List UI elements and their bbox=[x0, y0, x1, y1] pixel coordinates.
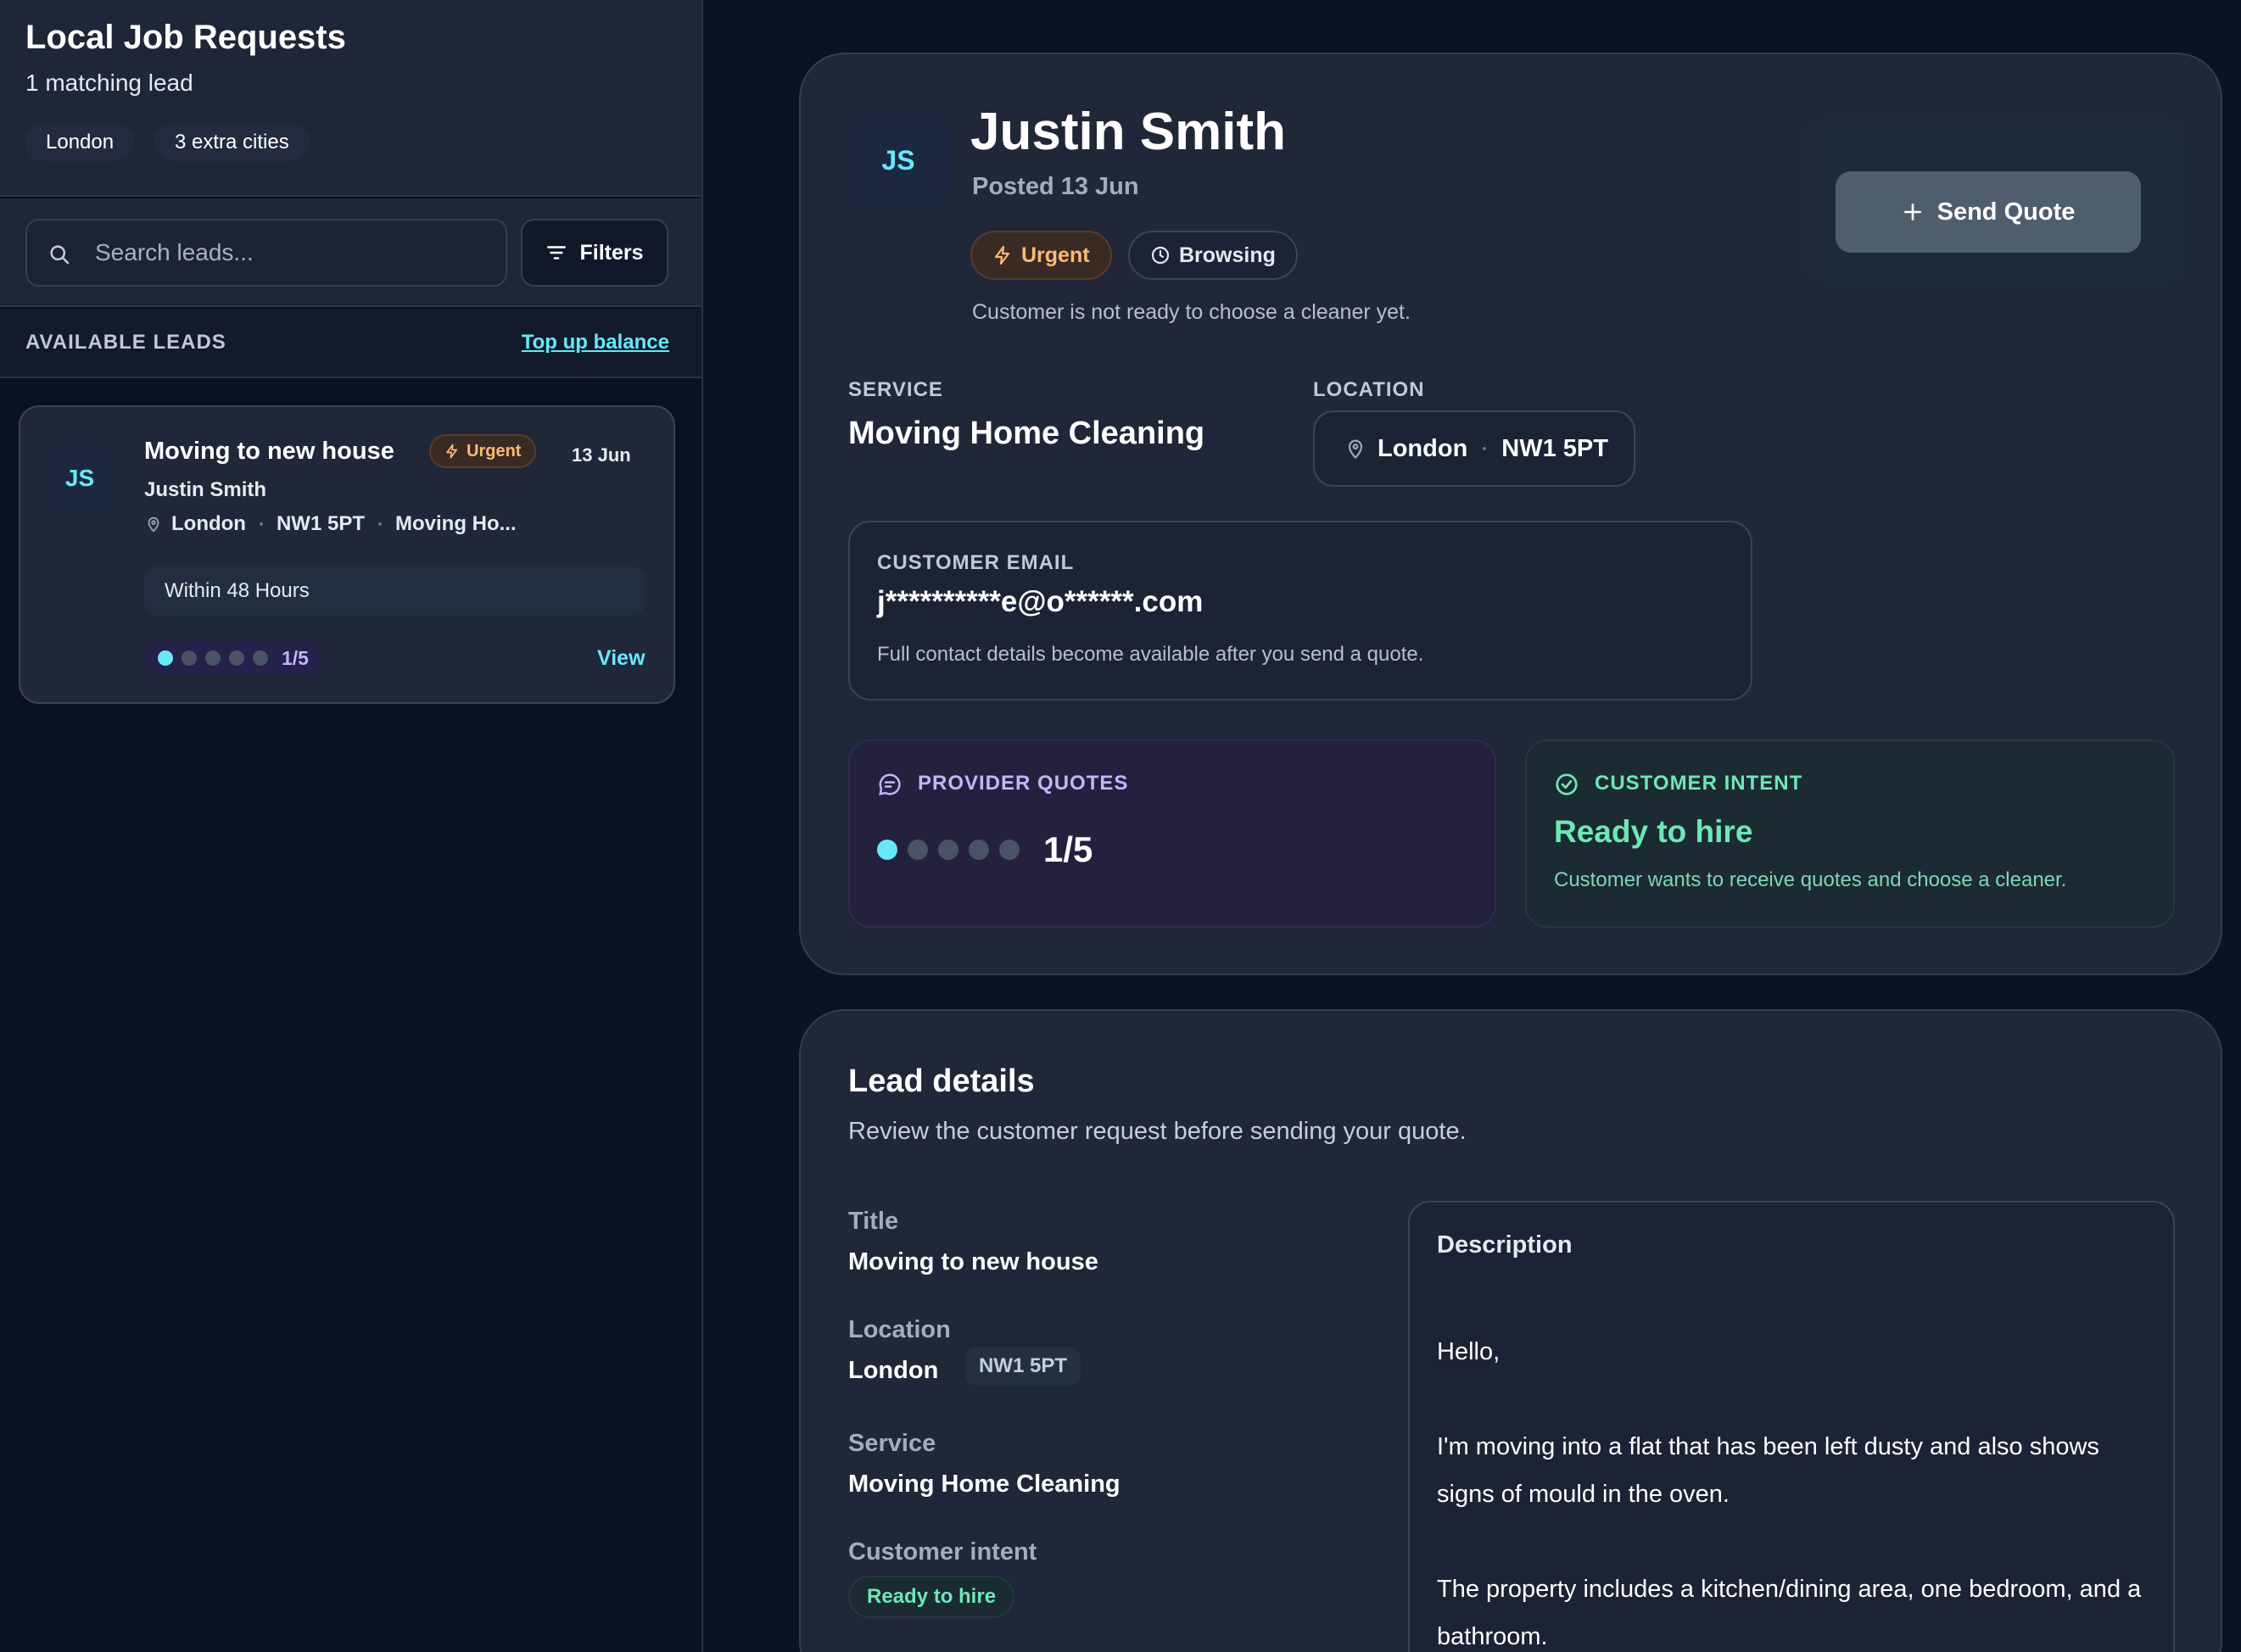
provider-quotes-box: PROVIDER QUOTES 1/5 bbox=[848, 739, 1496, 928]
matching-count: 1 matching lead bbox=[25, 70, 193, 96]
provider-quotes-count: 1/5 bbox=[1043, 829, 1093, 869]
title-value: Moving to new house bbox=[848, 1248, 1098, 1275]
send-quote-label: Send Quote bbox=[1936, 198, 2076, 226]
browsing-label: Browsing bbox=[1179, 243, 1276, 267]
service-label: Service bbox=[848, 1430, 936, 1457]
location-pin-icon bbox=[148, 516, 159, 533]
ready-to-hire-badge: Ready to hire bbox=[848, 1576, 1015, 1618]
service-value: Moving Home Cleaning bbox=[848, 1471, 1120, 1498]
lightning-icon bbox=[446, 444, 458, 459]
separator-dot bbox=[1483, 447, 1487, 450]
quote-dot bbox=[877, 840, 897, 860]
quotes-count: 1/5 bbox=[282, 646, 309, 669]
location-city: London bbox=[848, 1357, 939, 1384]
description-label: Description bbox=[1437, 1231, 1573, 1259]
send-quote-button[interactable]: Send Quote bbox=[1836, 171, 2141, 253]
service-label: SERVICE bbox=[848, 378, 943, 401]
lead-details-subtitle: Review the customer request before sendi… bbox=[848, 1118, 1467, 1145]
provider-quotes-label: PROVIDER QUOTES bbox=[918, 772, 1129, 795]
search-box[interactable] bbox=[25, 219, 507, 287]
description-paragraph: I'm moving into a flat that has been lef… bbox=[1437, 1433, 2099, 1508]
quote-dot bbox=[253, 650, 268, 666]
urgent-label: Urgent bbox=[467, 441, 522, 460]
urgent-label: Urgent bbox=[1021, 243, 1090, 267]
description-paragraph: The property includes a kitchen/dining a… bbox=[1437, 1576, 2142, 1650]
postcode-chip: NW1 5PT bbox=[965, 1347, 1081, 1386]
sidebar: Local Job Requests 1 matching lead Londo… bbox=[0, 0, 703, 1652]
top-up-balance-link[interactable]: Top up balance bbox=[522, 331, 669, 354]
description-text: Hello, I'm moving into a flat that has b… bbox=[1437, 1328, 2158, 1652]
location-label: Location bbox=[848, 1316, 951, 1343]
lead-city: London bbox=[171, 512, 246, 535]
lead-card[interactable]: JS Moving to new house Urgent 13 Jun Jus… bbox=[19, 405, 675, 704]
readiness-note: Customer is not ready to choose a cleane… bbox=[972, 300, 1411, 324]
customer-intent-value: Ready to hire bbox=[1554, 814, 1753, 849]
lead-summary-card: JS Justin Smith Posted 13 Jun Urgent Bro… bbox=[799, 53, 2222, 975]
quote-dot bbox=[969, 840, 989, 860]
service-value: Moving Home Cleaning bbox=[848, 416, 1205, 451]
description-box: Description Hello, I'm moving into a fla… bbox=[1408, 1201, 2175, 1652]
view-lead-button[interactable]: View bbox=[597, 646, 645, 671]
search-row: Filters bbox=[0, 198, 701, 307]
city-chip-london[interactable]: London bbox=[25, 124, 135, 161]
check-circle-icon bbox=[1556, 773, 1578, 795]
lead-postcode: NW1 5PT bbox=[276, 512, 365, 535]
lead-service: Moving Ho... bbox=[394, 512, 517, 535]
customer-email-label: CUSTOMER EMAIL bbox=[877, 551, 1075, 574]
avatar: JS bbox=[46, 444, 114, 512]
customer-name: Justin Smith bbox=[970, 103, 1287, 161]
quote-dot bbox=[938, 840, 958, 860]
customer-intent-box: CUSTOMER INTENT Ready to hire Customer w… bbox=[1525, 739, 2175, 928]
browsing-badge: Browsing bbox=[1128, 231, 1298, 280]
filters-button[interactable]: Filters bbox=[521, 219, 668, 287]
title-label: Title bbox=[848, 1208, 899, 1235]
search-icon bbox=[50, 245, 70, 265]
chat-bubble-icon bbox=[879, 773, 901, 795]
available-leads-label: AVAILABLE LEADS bbox=[25, 331, 226, 354]
filters-label: Filters bbox=[579, 240, 644, 265]
location-pill: London NW1 5PT bbox=[1313, 410, 1635, 487]
timing-badge: Within 48 Hours bbox=[144, 566, 645, 616]
quote-dot bbox=[158, 650, 173, 666]
lead-details-card: Lead details Review the customer request… bbox=[799, 1009, 2222, 1652]
urgent-badge: Urgent bbox=[429, 434, 537, 468]
search-input[interactable] bbox=[95, 234, 494, 271]
urgent-badge: Urgent bbox=[970, 231, 1112, 280]
lead-title: Moving to new house bbox=[144, 438, 394, 465]
quote-dot bbox=[229, 650, 244, 666]
customer-email-value: j**********e@o******.com bbox=[877, 585, 1204, 618]
sidebar-header: Local Job Requests 1 matching lead Londo… bbox=[0, 0, 701, 197]
customer-email-box: CUSTOMER EMAIL j**********e@o******.com … bbox=[848, 521, 1752, 700]
extra-cities-chip[interactable]: 3 extra cities bbox=[154, 124, 310, 161]
customer-intent-hint: Customer wants to receive quotes and cho… bbox=[1554, 868, 2067, 891]
customer-intent-label: CUSTOMER INTENT bbox=[1595, 772, 1803, 795]
separator-dot bbox=[377, 522, 382, 526]
customer-email-hint: Full contact details become available af… bbox=[877, 643, 1424, 666]
quote-dot bbox=[205, 650, 221, 666]
customer-intent-label: Customer intent bbox=[848, 1538, 1037, 1565]
lightning-icon bbox=[994, 245, 1010, 265]
clock-icon bbox=[1151, 246, 1170, 265]
location-pin-icon bbox=[1348, 439, 1363, 460]
customer-name: Justin Smith bbox=[144, 478, 267, 501]
location-postcode: NW1 5PT bbox=[1501, 434, 1608, 462]
quote-dot bbox=[999, 840, 1020, 860]
lead-details-title: Lead details bbox=[848, 1063, 1035, 1099]
separator-dot bbox=[259, 522, 263, 526]
location-city: London bbox=[1378, 434, 1468, 462]
lead-location: London NW1 5PT Moving Ho... bbox=[144, 512, 517, 536]
description-paragraph: Hello, bbox=[1437, 1338, 1501, 1365]
quote-dot bbox=[908, 840, 928, 860]
plus-icon bbox=[1903, 204, 1921, 220]
avatar: JS bbox=[848, 110, 948, 210]
sidebar-title: Local Job Requests bbox=[25, 19, 346, 56]
provider-quotes-progress: 1/5 bbox=[877, 829, 1093, 870]
available-leads-header: AVAILABLE LEADS Top up balance bbox=[0, 309, 701, 378]
filter-icon bbox=[547, 246, 567, 260]
lead-date: 13 Jun bbox=[572, 444, 631, 466]
location-label: LOCATION bbox=[1313, 378, 1425, 401]
posted-date: Posted 13 Jun bbox=[972, 173, 1139, 200]
quotes-progress: 1/5 bbox=[144, 641, 322, 675]
quote-dot bbox=[182, 650, 197, 666]
